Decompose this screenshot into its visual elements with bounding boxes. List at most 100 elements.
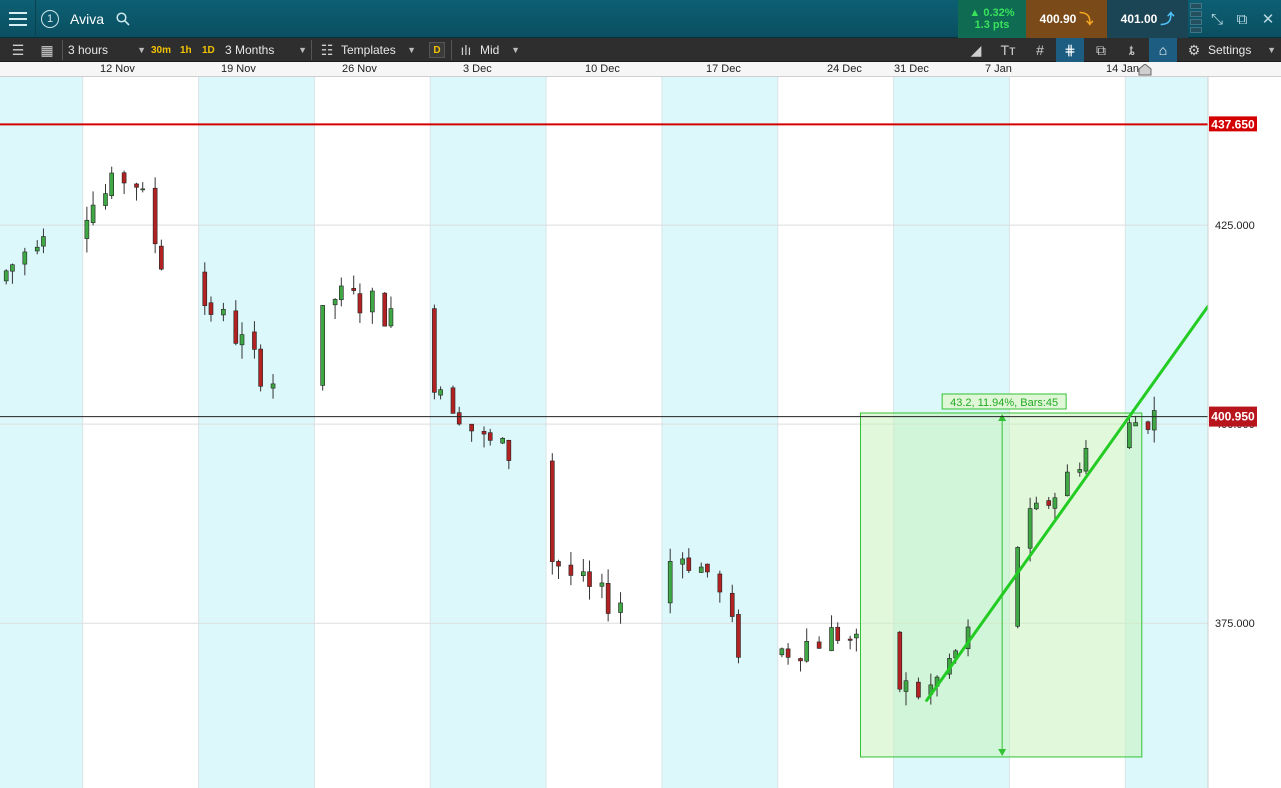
candle-body [221,309,226,316]
candle-body [481,430,487,435]
candle-body [351,288,357,291]
candle-body [382,292,388,327]
candle-body [667,561,673,604]
candle-body [34,246,40,252]
gear-icon[interactable]: ⚙ [1180,38,1208,62]
date-label: 26 Nov [342,63,377,75]
date-label: 17 Dec [706,63,741,75]
candle-body [456,412,462,425]
candle-body [202,271,208,306]
candle-body [1151,410,1157,431]
buy-button[interactable]: 401.00 ⤴ [1107,0,1188,38]
draw-line-icon[interactable]: ◢ [962,38,990,62]
candle-body [450,387,456,414]
date-label: 7 Jan [985,63,1012,75]
candle-body [84,219,90,239]
date-label: 14 Jan [1106,63,1140,75]
candle-body [103,193,108,206]
candle-body [121,172,127,184]
candle-body [779,648,785,656]
layout-number-label: 1 [41,10,59,28]
settings-select[interactable]: Settings ▼ [1208,38,1276,62]
text-icon[interactable]: Tт [994,38,1022,62]
candle-body [357,293,363,314]
candle-body [680,558,685,565]
candle-body [152,187,158,245]
change-points: 1.3 pts [974,19,1010,31]
popout-icon[interactable]: ⧉ [1229,0,1255,38]
date-label: 19 Nov [221,63,256,75]
templates-label: Templates [341,43,396,57]
candle-body [686,557,692,571]
candle-body [270,383,276,389]
price-tick: 375.000 [1215,618,1255,630]
candle-body [159,245,164,270]
magnet-icon[interactable]: ⋕ [1056,38,1084,62]
market-depth-icon[interactable] [1190,3,1202,35]
scroll-marker-icon[interactable] [1138,64,1152,76]
down-arrow-icon: ⤵ [1079,11,1094,27]
market-name[interactable]: Aviva [70,0,104,38]
tag-icon[interactable]: ⌂ [1149,38,1177,62]
close-icon[interactable]: ✕ [1255,0,1281,38]
candle-body [3,270,9,282]
date-label: 3 Dec [463,63,492,75]
candle-body [1133,422,1138,427]
candle-body [208,302,214,315]
candle-body [109,172,114,196]
candle-body [829,627,834,652]
list-icon[interactable]: ☰ [4,38,32,62]
candle-body [469,423,474,432]
candle-body [1046,500,1052,506]
candle-body [1077,469,1083,473]
candle-body [388,308,394,327]
range-label: 3 Months [225,43,275,57]
candle-body [500,437,505,444]
date-label: 12 Nov [100,63,135,75]
templates-select[interactable]: Templates ▼ [341,38,416,62]
candle-body [1127,422,1132,449]
candle-body [835,626,841,641]
interval-1h[interactable]: 1h [180,38,192,62]
candle-body [1052,497,1058,509]
candle-body [816,641,822,649]
price-mode-label: Mid [480,43,500,57]
candle-body [22,251,28,265]
candle-body [549,460,555,562]
collapse-icon[interactable]: ⤡ [1204,0,1230,38]
range-select[interactable]: 3 Months ▼ [225,38,307,62]
crosshair-icon[interactable]: # [1026,38,1054,62]
measure-box[interactable] [859,412,1143,758]
candle-body [798,658,803,662]
date-axis: 12 Nov 19 Nov 26 Nov 3 Dec 10 Dec 17 Dec… [0,62,1281,77]
price-mode-select[interactable]: Mid ▼ [480,38,520,62]
price-chart[interactable]: 43.2, 11.94%, Bars:45 425.000 375.000 40… [0,77,1281,788]
interval-1d[interactable]: 1D [202,38,215,62]
trading-platform: { "header": { "market_name": "Aviva", "l… [0,0,1281,788]
interval-30m[interactable]: 30m [151,38,171,62]
candle-body [41,236,46,247]
candle-body [903,680,909,692]
candle-body [90,204,96,223]
candle-body [506,439,512,461]
interval-select[interactable]: 3 hours ▼ [68,38,146,62]
candle-body [339,285,344,300]
candle-body [729,592,735,617]
chart-layout-icon[interactable]: ▦ [33,38,61,62]
candle-type-icon[interactable]: ȶ [1118,38,1146,62]
hamburger-menu-icon[interactable] [0,0,36,38]
search-icon[interactable] [116,12,130,26]
date-label: 10 Dec [585,63,620,75]
duplicate-icon[interactable]: ⧉ [1087,38,1115,62]
candle-body [854,633,859,639]
layout-number-button[interactable]: 1 [36,0,64,38]
measure-tool[interactable]: 43.2, 11.94%, Bars:45 [859,393,1143,758]
candle-body [140,188,146,191]
change-percent: ▲ 0.32% [969,7,1015,19]
template-badge[interactable]: D [429,42,445,58]
sell-price: 400.90 [1039,12,1077,26]
sell-button[interactable]: 400.90 ⤵ [1026,0,1107,38]
top-bar: 1 Aviva ▲ 0.32% 1.3 pts 400.90 ⤵ 401.00 … [0,0,1281,38]
price-change-box: ▲ 0.32% 1.3 pts [958,0,1026,38]
candle-body [1145,421,1151,430]
